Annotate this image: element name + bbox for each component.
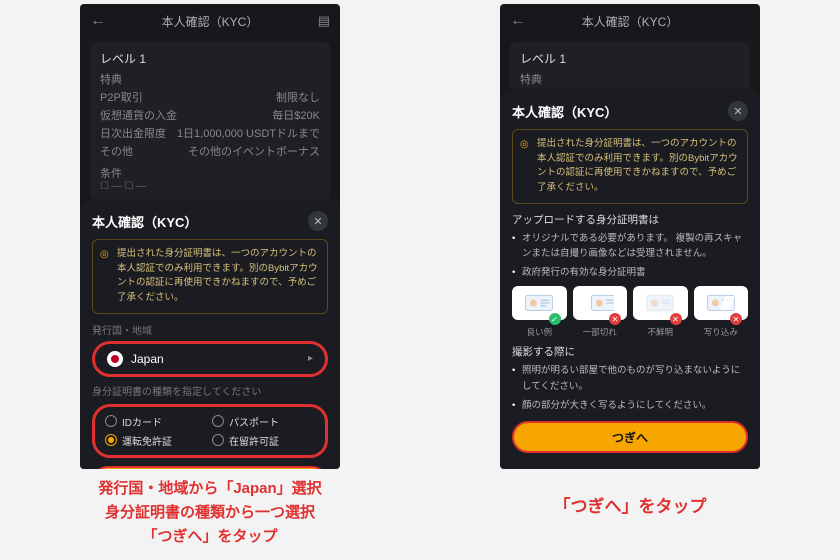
doc-type-label: 身分証明書の種類を指定してください	[92, 383, 328, 398]
back-icon[interactable]: ←	[510, 12, 526, 30]
caption-right: 「つぎへ」をタップ	[554, 493, 707, 520]
history-icon[interactable]: ▤	[318, 13, 330, 29]
app-header: ← 本人確認（KYC） ▤	[80, 4, 340, 38]
country-select[interactable]: Japan ▸	[92, 341, 328, 377]
phone-left: ← 本人確認（KYC） ▤ レベル 1 特典 P2P取引制限なし 仮想通貨の入金…	[80, 4, 340, 469]
country-label: 発行国・地域	[92, 322, 328, 337]
req-label: 条件	[100, 165, 320, 181]
card-blur: ✕	[633, 286, 688, 320]
level-card: レベル 1 特典	[510, 42, 750, 91]
notice-box: 提出された身分証明書は、一つのアカウントの本人認証でのみ利用できます。別のByb…	[512, 129, 748, 204]
level-title: レベル 1	[100, 50, 320, 67]
example-cards: ✓ ✕ ✕ ✕	[512, 286, 748, 320]
close-icon[interactable]: ✕	[728, 101, 748, 121]
kyc-sheet: 本人確認（KYC） ✕ 提出された身分証明書は、一つのアカウントの本人認証でのみ…	[80, 199, 340, 469]
shoot-bullets: 照明が明るい部屋で他のものが写り込まないようにしてください。 顔の部分が大きく写…	[512, 363, 748, 413]
radio-residence-permit[interactable]: 在留許可証	[212, 431, 315, 450]
level-card: レベル 1 特典 P2P取引制限なし 仮想通貨の入金毎日$20K 日次出金限度1…	[90, 42, 330, 200]
caption-left: 発行国・地域から「Japan」選択 身分証明書の種類から一つ選択 「つぎへ」をタ…	[98, 477, 321, 549]
chevron-right-icon: ▸	[308, 353, 313, 364]
close-icon[interactable]: ✕	[308, 211, 328, 231]
card-cut: ✕	[573, 286, 628, 320]
phone-right: ← 本人確認（KYC） レベル 1 特典 本人確認（KYC） ✕ 提出された身分…	[500, 4, 760, 469]
error-icon: ✕	[730, 313, 742, 325]
upload-head: アップロードする身分証明書は	[512, 212, 748, 227]
country-value: Japan	[131, 352, 164, 366]
flag-japan-icon	[107, 351, 123, 367]
error-icon: ✕	[609, 313, 621, 325]
doc-type-radio-group: IDカード パスポート 運転免許証 在留許可証	[92, 404, 328, 458]
level-title: レベル 1	[520, 50, 740, 67]
radio-passport[interactable]: パスポート	[212, 412, 315, 431]
app-header: ← 本人確認（KYC）	[500, 4, 760, 38]
card-good: ✓	[512, 286, 567, 320]
card-labels: 良い例 一部切れ 不鮮明 写り込み	[512, 326, 748, 338]
kyc-sheet: 本人確認（KYC） ✕ 提出された身分証明書は、一つのアカウントの本人認証でのみ…	[500, 89, 760, 469]
perks-label: 特典	[520, 71, 740, 87]
upload-bullets: オリジナルである必要があります。 複製の再スキャンまたは自撮り画像などは受理され…	[512, 231, 748, 281]
perks-label: 特典	[100, 71, 320, 87]
sheet-title: 本人確認（KYC）	[92, 212, 197, 231]
next-button[interactable]: つぎへ	[92, 466, 328, 469]
shoot-head: 撮影する際に	[512, 344, 748, 359]
card-glare: ✕	[694, 286, 749, 320]
radio-drivers-license[interactable]: 運転免許証	[105, 431, 208, 450]
next-button[interactable]: つぎへ	[512, 421, 748, 453]
error-icon: ✕	[670, 313, 682, 325]
header-title: 本人確認（KYC）	[582, 13, 679, 30]
header-title: 本人確認（KYC）	[162, 13, 259, 30]
radio-id-card[interactable]: IDカード	[105, 412, 208, 431]
sheet-title: 本人確認（KYC）	[512, 102, 617, 121]
check-icon: ✓	[549, 313, 561, 325]
notice-box: 提出された身分証明書は、一つのアカウントの本人認証でのみ利用できます。別のByb…	[92, 239, 328, 314]
back-icon[interactable]: ←	[90, 12, 106, 30]
